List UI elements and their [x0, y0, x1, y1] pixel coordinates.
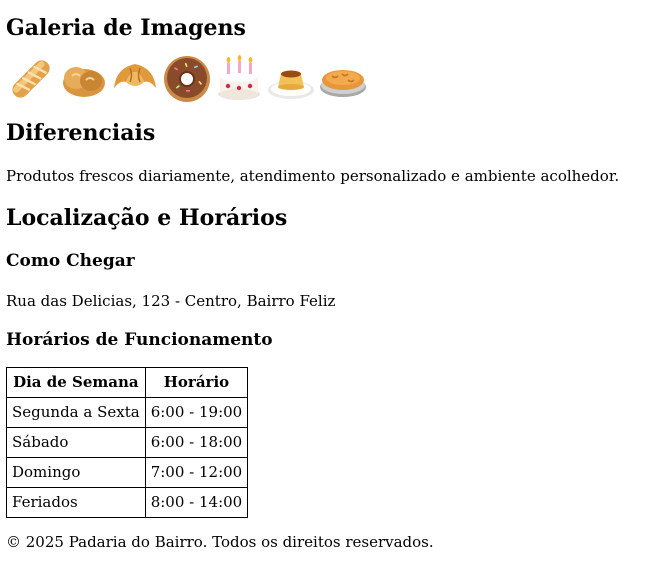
table-row: Domingo 7:00 - 12:00 — [6, 456, 249, 488]
gallery-title: Galeria de Imagens — [6, 15, 246, 41]
cell-day: Sábado — [6, 426, 146, 458]
donut-icon — [162, 54, 212, 104]
hours-title: Horários de Funcionamento — [6, 329, 273, 350]
cell-day: Feriados — [6, 486, 146, 518]
directions-title: Como Chegar — [6, 251, 135, 272]
differentials-text: Produtos frescos diariamente, atendiment… — [6, 166, 620, 185]
cell-hours: 6:00 - 19:00 — [144, 396, 249, 428]
address-text: Rua das Delicias, 123 - Centro, Bairro F… — [6, 291, 336, 310]
baguette-icon — [6, 54, 56, 104]
flan-icon — [266, 54, 316, 104]
footer-text: © 2025 Padaria do Bairro. Todos os direi… — [6, 532, 434, 551]
birthday-cake-icon — [214, 54, 264, 104]
cell-hours: 8:00 - 14:00 — [144, 486, 249, 518]
header-day: Dia de Semana — [6, 366, 146, 398]
table-row: Feriados 8:00 - 14:00 — [6, 486, 249, 518]
pie-icon — [318, 54, 368, 104]
location-title: Localização e Horários — [6, 204, 288, 231]
image-gallery — [6, 52, 665, 106]
cell-day: Segunda a Sexta — [6, 396, 146, 428]
differentials-title: Diferenciais — [6, 120, 156, 147]
bread-roll-icon — [58, 54, 108, 104]
header-hours: Horário — [144, 366, 249, 398]
cell-day: Domingo — [6, 456, 146, 488]
cell-hours: 6:00 - 18:00 — [144, 426, 249, 458]
cell-hours: 7:00 - 12:00 — [144, 456, 249, 488]
croissant-icon — [110, 54, 160, 104]
table-header-row: Dia de Semana Horário — [6, 366, 249, 398]
hours-table: Dia de Semana Horário Segunda a Sexta 6:… — [6, 366, 249, 518]
table-row: Segunda a Sexta 6:00 - 19:00 — [6, 396, 249, 428]
page: Galeria de Imagens Diferenciais Produtos… — [0, 0, 671, 551]
table-row: Sábado 6:00 - 18:00 — [6, 426, 249, 458]
